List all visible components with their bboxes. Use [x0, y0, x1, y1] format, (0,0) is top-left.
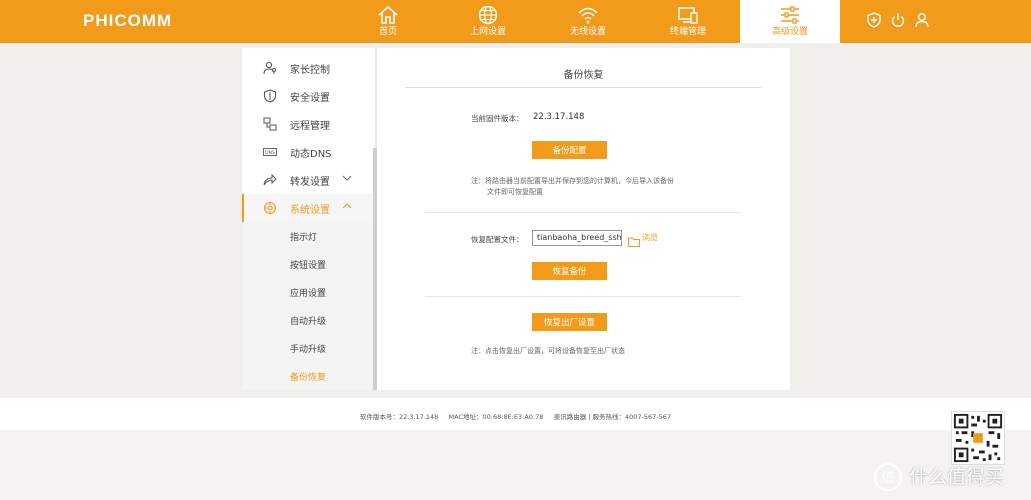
user-icon[interactable]: [914, 12, 930, 28]
system-gear-icon: [263, 201, 277, 215]
shield-icon: [263, 89, 277, 103]
sidebar-item-label: 系统设置: [290, 205, 330, 216]
sidebar-item-label: 动态DNS: [290, 149, 332, 160]
sidebar-item-parental-control[interactable]: 家长控制: [242, 54, 375, 82]
backup-note-line1: 注：将路由器当前配置导出并保存到您的计算机，今后导入该备份: [471, 177, 674, 185]
sidebar-subitem-label: 自动升级: [290, 317, 327, 327]
dns-icon: DNS: [263, 148, 277, 156]
nav-device-label: 终端管理: [669, 27, 706, 37]
restore-file-label: 恢复配置文件：: [471, 235, 524, 244]
nav-device-management[interactable]: 终端管理: [638, 0, 738, 43]
watermark-text: 什么值得买: [909, 466, 1005, 488]
nav-advanced-label: 高级设置: [771, 27, 808, 37]
firmware-version-label: 当前固件版本：: [471, 114, 524, 123]
sidebar-subitem-manual-upgrade[interactable]: 手动升级: [242, 334, 375, 362]
section-divider: [425, 212, 741, 213]
page-title: 备份恢复: [563, 70, 604, 81]
watermark-badge-text: 值: [881, 470, 894, 486]
nav-wireless-settings[interactable]: 无线设置: [538, 0, 638, 43]
nav-advanced-settings[interactable]: 高级设置: [740, 0, 840, 43]
nav-home[interactable]: 首页: [338, 0, 438, 43]
devices-icon: [678, 7, 698, 24]
nav-home-label: 首页: [378, 27, 397, 37]
chevron-up-icon: [342, 203, 352, 209]
folder-icon: [628, 237, 640, 247]
backup-config-button[interactable]: 备份配置: [532, 141, 607, 159]
sliders-icon: [781, 6, 799, 24]
sidebar-subitem-auto-upgrade[interactable]: 自动升级: [242, 306, 375, 334]
chevron-down-icon: [342, 175, 352, 181]
sidebar-subitem-label: 手动升级: [290, 345, 327, 355]
dns-icon-text: DNS: [265, 150, 275, 156]
sidebar-item-label: 安全设置: [290, 93, 330, 104]
sidebar-item-security[interactable]: 安全设置: [242, 82, 375, 110]
restore-file-input[interactable]: tianbaoha_breed_ssh.dat: [532, 230, 622, 246]
footer-info: 软件版本号：22.3.17.148 MAC地址：00:68:8E:E3:A0:7…: [359, 413, 672, 421]
sidebar-item-system-settings[interactable]: 系统设置: [242, 194, 375, 222]
sidebar-subitem-label: 应用设置: [290, 289, 327, 299]
remote-icon: [263, 117, 277, 131]
main-panel: 备份恢复 当前固件版本： 22.3.17.148 备份配置 注：将路由器当前配置…: [377, 48, 790, 390]
parent-icon: [263, 61, 277, 75]
sidebar-item-ddns[interactable]: DNS 动态DNS: [242, 138, 375, 166]
sidebar-subitem-label: 指示灯: [290, 233, 318, 243]
globe-icon: [478, 5, 498, 25]
home-icon: [378, 5, 398, 24]
qr-code-image: [951, 411, 1005, 465]
sidebar-subitem-app-settings[interactable]: 应用设置: [242, 278, 375, 306]
power-icon[interactable]: [890, 12, 906, 28]
sidebar: 家长控制 安全设置 远程管理 DNS 动态DNS 转发设置 系统设置 指示灯 按…: [242, 48, 378, 390]
browse-button[interactable]: 浏览: [628, 232, 658, 251]
phicomm-logo[interactable]: PHICOMM: [83, 11, 172, 31]
nav-internet-label: 上网设置: [469, 27, 506, 37]
sidebar-item-label: 转发设置: [290, 177, 330, 188]
sidebar-item-label: 远程管理: [290, 121, 330, 132]
sidebar-item-label: 家长控制: [290, 65, 330, 76]
wifi-icon: [578, 7, 598, 24]
nav-wireless-label: 无线设置: [569, 27, 606, 37]
factory-reset-note: 注：点击恢复出厂设置，可将设备恢复至出厂状态: [471, 347, 625, 355]
top-nav-bar: PHICOMM 首页 上网设置 无线设置 终端管理 高级设置: [0, 0, 1031, 43]
shield-plus-icon[interactable]: [866, 12, 882, 28]
title-divider: [405, 87, 762, 88]
section-divider: [425, 296, 741, 297]
forward-icon: [263, 173, 277, 186]
sidebar-subitem-backup-restore[interactable]: 备份恢复: [242, 362, 375, 390]
sidebar-item-remote-management[interactable]: 远程管理: [242, 110, 375, 138]
firmware-version-value: 22.3.17.148: [533, 112, 585, 122]
sidebar-subitem-label: 备份恢复: [290, 373, 327, 383]
backup-note: 注：将路由器当前配置导出并保存到您的计算机，今后导入该备份 文件即可恢复配置: [471, 176, 674, 198]
nav-internet-settings[interactable]: 上网设置: [438, 0, 538, 43]
watermark: 值 什么值得买: [873, 462, 1004, 496]
watermark-badge-icon: 值: [874, 463, 902, 491]
backup-note-line2: 文件即可恢复配置: [487, 188, 543, 196]
restore-backup-button[interactable]: 恢复备份: [532, 262, 607, 280]
sidebar-subitem-indicator-light[interactable]: 指示灯: [242, 222, 375, 250]
sidebar-subitem-label: 按钮设置: [290, 261, 327, 271]
factory-reset-button[interactable]: 恢复出厂设置: [532, 313, 607, 331]
sidebar-item-forwarding[interactable]: 转发设置: [242, 166, 375, 194]
sidebar-subitem-button-settings[interactable]: 按钮设置: [242, 250, 375, 278]
browse-label: 浏览: [642, 233, 658, 242]
